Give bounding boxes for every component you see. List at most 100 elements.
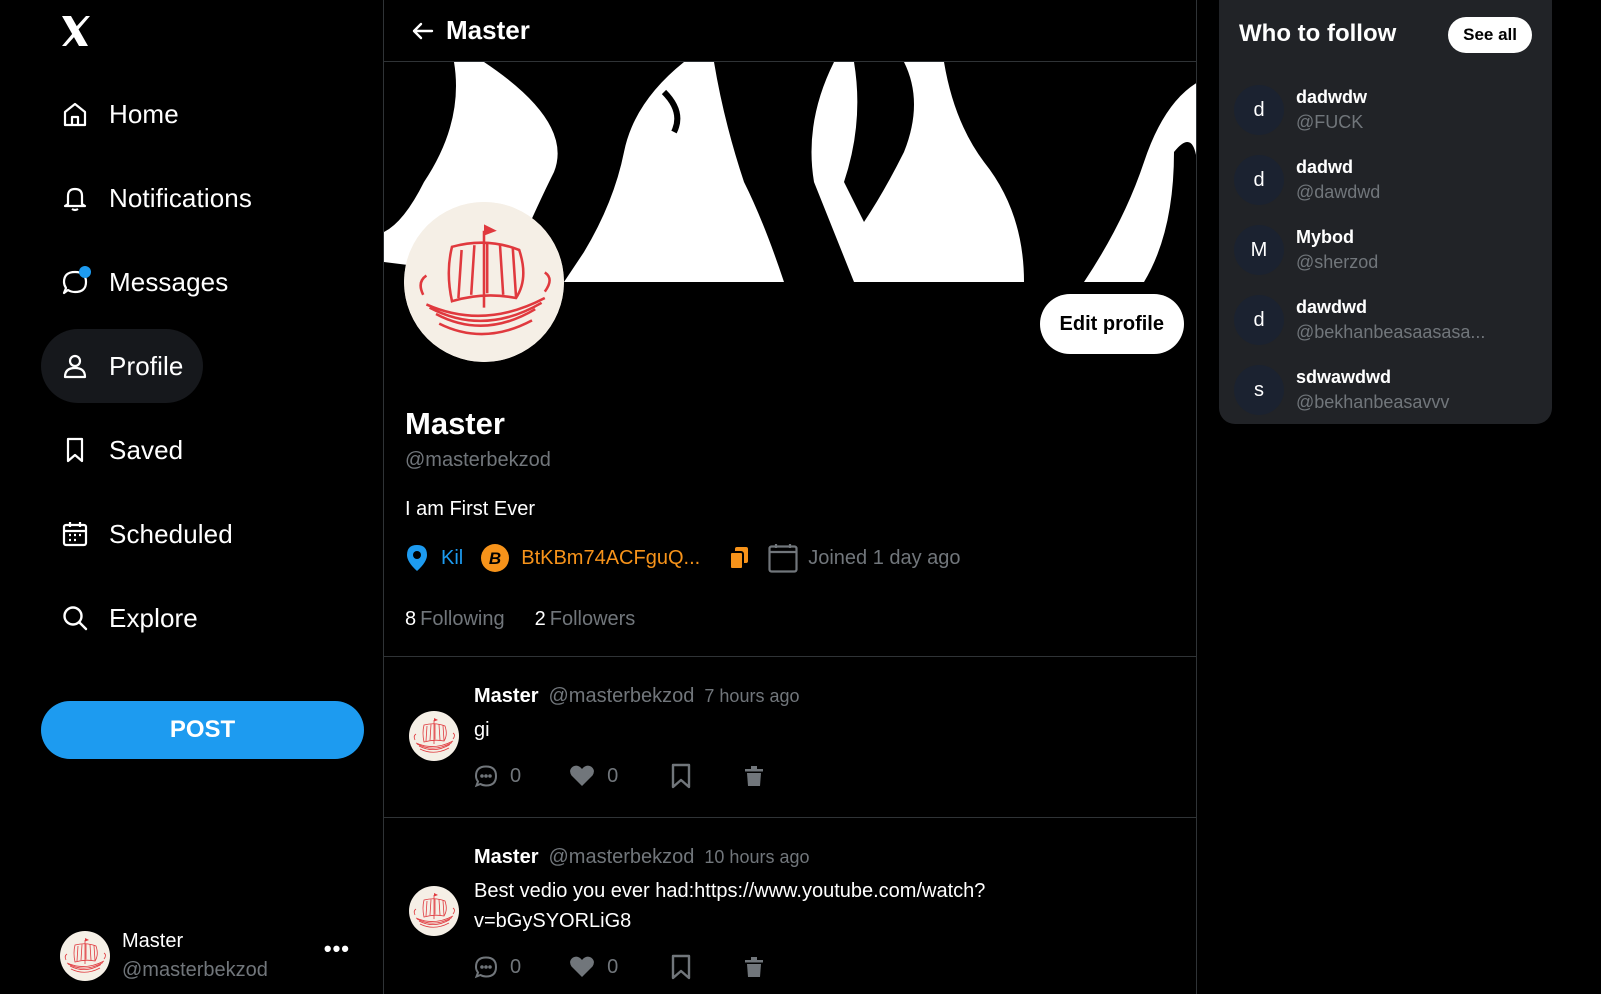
sidebar-item-home[interactable]: Home [41,77,199,151]
avatar[interactable] [409,711,459,761]
post-text-line: v=bGySYORLiG8 [474,910,632,932]
message-icon [61,266,91,296]
post-text: gi [474,719,490,741]
follow-suggestion[interactable]: d dawdwd @bekhanbeasaasasa... [1234,290,1544,350]
more-options-icon[interactable]: ••• [324,936,350,962]
bookmark-icon [61,436,89,464]
followers-link[interactable]: 2 Followers [535,608,636,631]
sidebar-item-label: Saved [109,434,184,465]
back-arrow-icon[interactable] [410,18,436,44]
like-button[interactable]: 0 [569,764,618,788]
profile-avatar[interactable] [404,202,564,362]
search-icon [61,604,89,632]
follow-handle: @dawdwd [1296,182,1381,202]
follow-name: sdwawdwd [1296,367,1392,387]
reply-count: 0 [510,955,522,978]
follow-suggestion[interactable]: d dadwdw @FUCK [1234,80,1544,140]
sidebar-item-label: Notifications [109,182,252,213]
profile-joined: Joined 1 day ago [768,543,961,573]
sidebar-item-label: Profile [109,350,184,381]
heart-icon [570,956,595,977]
sidebar-item-notifications[interactable]: Notifications [41,161,272,235]
copy-icon[interactable] [728,546,750,570]
joined-text: Joined 1 day ago [808,546,961,569]
follow-names: dadwd @dawdwd [1296,157,1380,203]
post-item[interactable]: Master @masterbekzod 7 hours ago gi 0 0 [384,657,1196,817]
followers-count: 2 [534,608,546,630]
sidebar-item-profile[interactable]: Profile [41,329,204,403]
avatar: d [1234,295,1284,345]
post-time: 10 hours ago [704,847,810,867]
bookmark-icon[interactable] [670,954,692,980]
svg-text:B: B [489,549,501,568]
post-author[interactable]: Master [474,846,538,869]
unread-dot [79,266,91,278]
sidebar-item-label: Explore [109,602,198,633]
who-to-follow-panel: Who to follow See all d dadwdw @FUCK d d… [1219,0,1552,424]
reply-button[interactable]: 0 [474,955,521,979]
follow-name: dadwdw [1296,87,1367,107]
sidebar-item-messages[interactable]: Messages [41,245,248,319]
profile-bio: I am First Ever [405,498,536,520]
post-actions: 0 0 [474,763,764,789]
follow-handle: @sherzod [1296,252,1379,272]
post-button[interactable]: POST [41,701,364,759]
follow-handle: @FUCK [1296,112,1364,132]
sidebar-item-saved[interactable]: Saved [41,413,203,487]
account-name: Master [122,930,184,952]
profile-stats: 8 Following 2 Followers [405,608,665,631]
user-icon [61,352,89,380]
sidebar-item-scheduled[interactable]: Scheduled [41,497,253,571]
following-link[interactable]: 8 Following [405,608,505,631]
bell-icon [61,184,89,212]
profile-name: Master [405,406,505,441]
location-text: Kil [441,546,464,569]
home-icon [61,100,89,128]
sidebar-item-label: Scheduled [109,518,233,549]
follow-suggestion[interactable]: s sdwawdwd @bekhanbeasavvv [1234,360,1544,420]
sidebar-item-explore[interactable]: Explore [41,581,218,655]
calendar-icon [768,544,798,573]
comment-icon [474,956,498,979]
post-header: Master @masterbekzod 7 hours ago [474,685,799,708]
follow-handle: @bekhanbeasavvv [1296,392,1450,412]
like-button[interactable]: 0 [569,955,618,979]
bitcoin-icon: B [481,544,510,572]
post-handle[interactable]: @masterbekzod [548,846,694,869]
post-author[interactable]: Master [474,685,538,708]
reply-button[interactable]: 0 [474,764,521,788]
post-item[interactable]: Master @masterbekzod 10 hours ago Best v… [384,818,1196,994]
following-label: Following [420,608,505,630]
follow-names: sdwawdwd @bekhanbeasavvv [1296,367,1449,413]
heart-icon [570,765,595,786]
sidebar-item-label: Home [109,98,179,129]
profile-column: Master Edit profile Master @masterbekzod… [383,0,1197,994]
bookmark-icon[interactable] [670,763,692,789]
follow-names: Mybod @sherzod [1296,227,1378,273]
like-count: 0 [607,955,619,978]
avatar: s [1234,365,1284,415]
profile-meta: Kil B BtKBm74ACFguQ... Joined 1 day ago [405,543,979,573]
follow-suggestion[interactable]: M Mybod @sherzod [1234,220,1544,280]
calendar-icon [61,520,89,548]
post-time: 7 hours ago [704,686,800,706]
follow-names: dawdwd @bekhanbeasaasasa... [1296,297,1485,343]
follow-name: Mybod [1296,227,1354,247]
follow-names: dadwdw @FUCK [1296,87,1367,133]
post-text-line: Best vedio you ever had:https://www.yout… [474,880,986,902]
btc-address-text: BtKBm74ACFguQ... [521,546,701,569]
reply-count: 0 [510,764,522,787]
follow-handle: @bekhanbeasaasasa... [1296,322,1486,342]
trash-icon[interactable] [744,765,764,787]
post-text: Best vedio you ever had:https://www.yout… [474,876,1094,936]
post-handle[interactable]: @masterbekzod [548,685,694,708]
account-handle: @masterbekzod [122,959,268,981]
edit-profile-button[interactable]: Edit profile [1039,294,1184,354]
account-switcher[interactable]: Master @masterbekzod ••• [60,926,350,986]
x-logo-icon[interactable] [60,14,90,48]
trash-icon[interactable] [744,956,764,978]
avatar[interactable] [409,886,459,936]
page-title: Master [446,15,530,45]
follow-suggestion[interactable]: d dadwd @dawdwd [1234,150,1544,210]
see-all-button[interactable]: See all [1448,17,1532,53]
